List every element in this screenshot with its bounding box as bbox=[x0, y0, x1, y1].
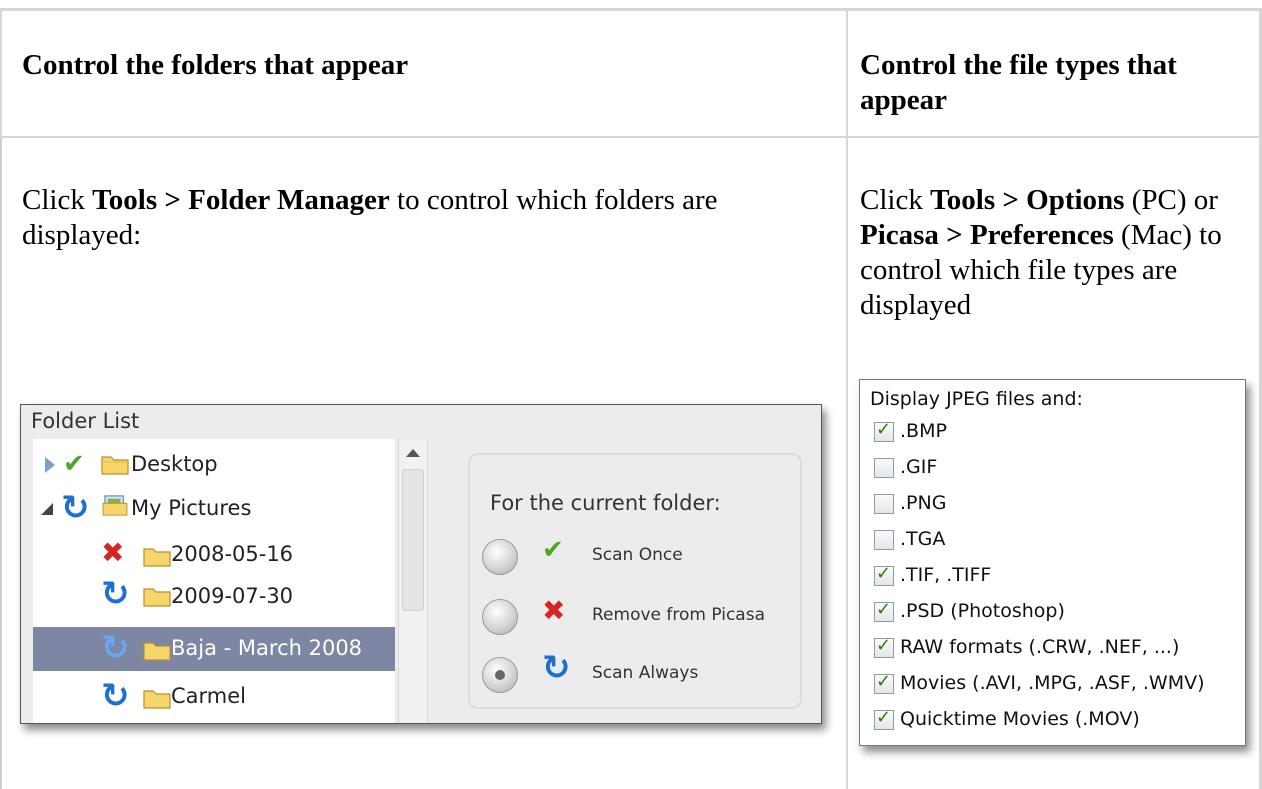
folder-icon bbox=[143, 690, 171, 709]
pictures-folder-icon bbox=[102, 495, 128, 516]
filetype-tga-checkbox[interactable] bbox=[874, 530, 894, 550]
col2-body-mid1: (PC) or bbox=[1124, 184, 1218, 216]
filetype-raw-checkbox[interactable] bbox=[874, 635, 894, 658]
col2-body: Click Tools > Options (PC) or Picasa > P… bbox=[860, 183, 1250, 323]
filetype-label: .TIF, .TIFF bbox=[900, 564, 992, 586]
col2-body-bold2: Picasa > Preferences bbox=[860, 219, 1114, 251]
filetype-psd-checkbox[interactable] bbox=[874, 599, 894, 622]
filetype-label: RAW formats (.CRW, .NEF, ...) bbox=[900, 636, 1180, 658]
filetype-movies-checkbox[interactable] bbox=[874, 671, 894, 694]
folder-tree[interactable]: ✔ Desktop ↻ My Pictures ✖ 2008-05-16 ↻ 2… bbox=[33, 439, 395, 723]
option-remove-from-picasa[interactable]: ✖ Remove from Picasa bbox=[482, 593, 792, 643]
col1-body-bold: Tools > Folder Manager bbox=[92, 184, 390, 216]
col1-header: Control the folders that appear bbox=[22, 49, 409, 81]
tree-row-label: 2008-05-16 bbox=[171, 542, 294, 566]
col2-header: Control the file types that appear bbox=[860, 49, 1177, 116]
collapse-triangle-icon[interactable] bbox=[41, 503, 53, 515]
scrollbar-thumb[interactable] bbox=[402, 469, 424, 611]
folder-icon bbox=[101, 456, 129, 475]
option-label: Scan Always bbox=[592, 663, 699, 683]
filetype-label: .PNG bbox=[900, 492, 947, 514]
filetype-label: .GIF bbox=[900, 456, 938, 478]
x-icon: ✖ bbox=[101, 536, 125, 569]
tree-row-carmel[interactable]: ↻ Carmel bbox=[33, 675, 395, 719]
filetype-label: .BMP bbox=[900, 420, 947, 442]
check-icon: ✔ bbox=[63, 449, 85, 479]
tree-row-label: 2009-07-30 bbox=[171, 584, 294, 608]
check-icon: ✔ bbox=[542, 535, 564, 565]
tree-row-baja-march-2008[interactable]: ↻ Baja - March 2008 bbox=[33, 627, 395, 671]
remove-from-picasa-radio[interactable] bbox=[482, 599, 518, 635]
tree-row-2008-05-16[interactable]: ✖ 2008-05-16 bbox=[33, 533, 395, 577]
tree-row-label: My Pictures bbox=[131, 496, 252, 520]
option-label: Scan Once bbox=[592, 545, 683, 565]
filetype-tif-checkbox[interactable] bbox=[874, 563, 894, 586]
refresh-icon: ↻ bbox=[101, 676, 130, 716]
col2-body-bold1: Tools > Options bbox=[930, 184, 1125, 216]
scroll-up-arrow-icon[interactable] bbox=[406, 449, 420, 457]
options-header: Display JPEG files and: bbox=[870, 388, 1083, 410]
option-label: Remove from Picasa bbox=[592, 605, 765, 625]
tree-row-desktop[interactable]: ✔ Desktop bbox=[33, 443, 395, 487]
filetype-label: Movies (.AVI, .MPG, .ASF, .WMV) bbox=[900, 672, 1205, 694]
folder-icon bbox=[143, 642, 171, 661]
file-types-options-screenshot: Display JPEG files and: .BMP .GIF .PNG .… bbox=[859, 379, 1246, 746]
refresh-icon: ↻ bbox=[101, 628, 130, 668]
table-border-left-body bbox=[0, 138, 2, 789]
filetype-label: Quicktime Movies (.MOV) bbox=[900, 708, 1140, 730]
filetype-bmp-checkbox[interactable] bbox=[874, 419, 894, 442]
option-scan-always[interactable]: ↻ Scan Always bbox=[482, 651, 792, 701]
x-icon: ✖ bbox=[542, 594, 566, 627]
tree-row-my-pictures[interactable]: ↻ My Pictures bbox=[33, 487, 395, 531]
table-border-left bbox=[0, 8, 2, 138]
tree-row-2009-07-30[interactable]: ↻ 2009-07-30 bbox=[33, 575, 395, 619]
folder-icon bbox=[143, 588, 171, 607]
col1-body-pre: Click bbox=[22, 184, 93, 216]
tree-row-label: Carmel bbox=[171, 684, 247, 708]
option-scan-once[interactable]: ✔ Scan Once bbox=[482, 533, 792, 583]
tree-row-label: Desktop bbox=[131, 452, 218, 476]
scan-always-radio[interactable] bbox=[482, 657, 518, 693]
expand-triangle-icon[interactable] bbox=[45, 457, 55, 473]
table-column-divider bbox=[846, 8, 848, 789]
folder-icon bbox=[143, 548, 171, 567]
filetype-png-checkbox[interactable] bbox=[874, 494, 894, 514]
scan-once-radio[interactable] bbox=[482, 539, 518, 575]
folder-manager-screenshot: Folder List ✔ Desktop ↻ My Pictures ✖ 20… bbox=[20, 404, 822, 724]
tree-row-label: Baja - March 2008 bbox=[171, 636, 363, 660]
tree-scrollbar[interactable] bbox=[398, 439, 428, 723]
refresh-icon: ↻ bbox=[101, 574, 130, 614]
current-folder-panel: For the current folder: ✔ Scan Once ✖ Re… bbox=[468, 453, 802, 709]
filetype-quicktime-checkbox[interactable] bbox=[874, 707, 894, 730]
table-border-top bbox=[0, 8, 1262, 11]
filetype-gif-checkbox[interactable] bbox=[874, 458, 894, 478]
panel-header: For the current folder: bbox=[490, 491, 721, 515]
folder-list-title: Folder List bbox=[31, 409, 140, 433]
col1-body: Click Tools > Folder Manager to control … bbox=[22, 183, 832, 253]
filetype-label: .TGA bbox=[900, 528, 946, 550]
filetype-label: .PSD (Photoshop) bbox=[900, 600, 1065, 622]
table-header-divider bbox=[0, 136, 1262, 138]
col2-body-pre: Click bbox=[860, 184, 931, 216]
refresh-icon: ↻ bbox=[542, 648, 571, 688]
refresh-icon: ↻ bbox=[61, 488, 90, 528]
